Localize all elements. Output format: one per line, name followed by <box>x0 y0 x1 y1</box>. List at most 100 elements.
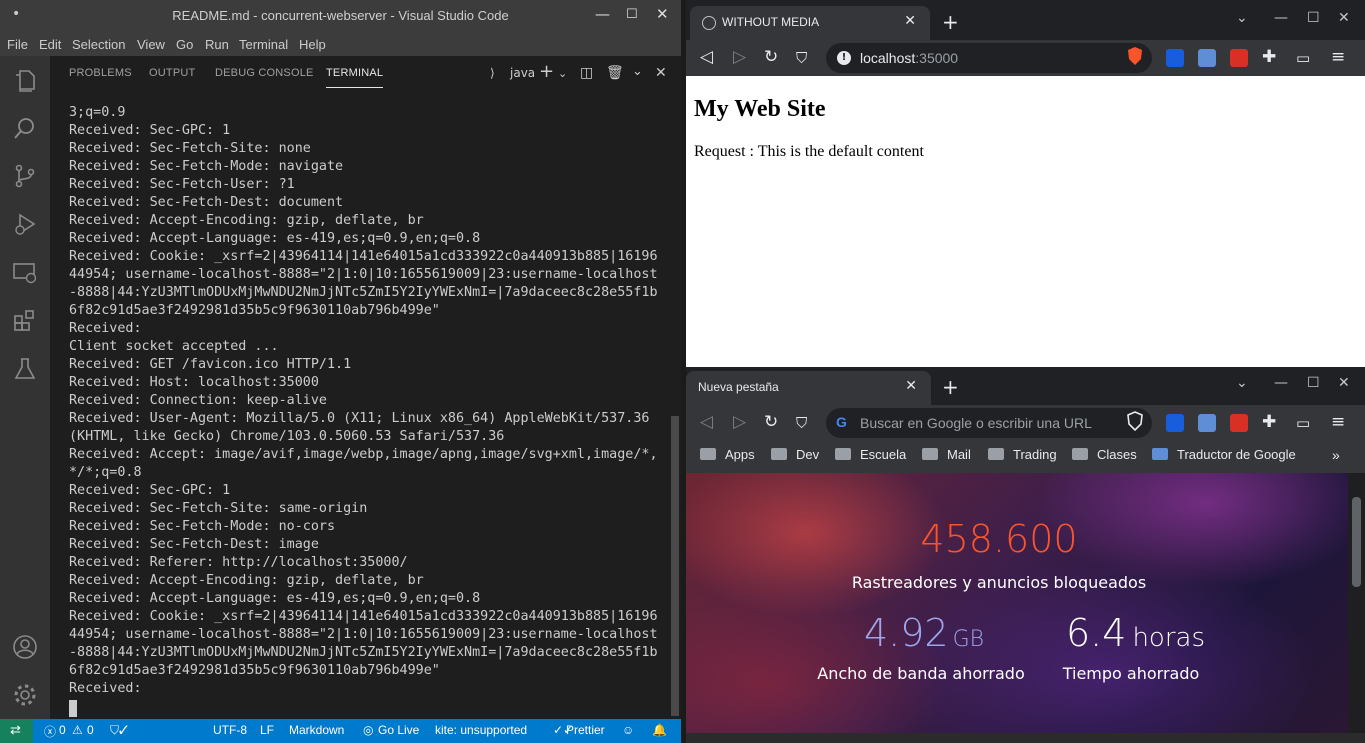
brave-shield-icon[interactable] <box>1126 46 1144 66</box>
bitwarden-extension-icon[interactable] <box>1166 414 1184 432</box>
warnings-icon: ⚠ <box>72 723 83 737</box>
address-bar[interactable]: ! localhost:35000 <box>826 43 1152 73</box>
tab-without-media[interactable]: WITHOUT MEDIA ✕ <box>690 6 930 40</box>
pdf-extension-icon[interactable] <box>1230 49 1248 67</box>
maximize-icon[interactable]: ☐ <box>1307 375 1320 391</box>
close-icon[interactable]: ✕ <box>1338 375 1350 391</box>
settings-gear-icon[interactable] <box>12 682 38 708</box>
tab-search-chevron-icon[interactable]: ⌄ <box>1236 375 1248 391</box>
menu-run[interactable]: Run <box>205 37 229 52</box>
new-terminal-icon[interactable]: + <box>539 61 554 82</box>
extensions-puzzle-icon[interactable]: ✚ <box>1262 47 1276 67</box>
tab-terminal[interactable]: TERMINAL <box>326 67 384 88</box>
feedback-icon[interactable]: ☺ <box>622 723 634 737</box>
wallet-icon[interactable]: ▭ <box>1296 49 1310 67</box>
status-bar: ⇄ ⓧ 0 ⚠ 0 ⛉✓ UTF-8 LF Markdown ◎ Go Live… <box>0 719 681 743</box>
wallet-icon[interactable]: ▭ <box>1296 414 1310 432</box>
back-icon[interactable]: ◁ <box>700 412 713 432</box>
warnings-count[interactable]: 0 <box>87 723 94 737</box>
run-debug-icon[interactable] <box>12 211 38 237</box>
page-paragraph: Request : This is the default content <box>694 143 924 160</box>
bookmark-icon[interactable]: ⛉ <box>796 414 807 432</box>
terminal-name[interactable]: java <box>510 66 535 80</box>
new-tab-plus-icon[interactable]: + <box>942 10 959 34</box>
bitwarden-extension-icon[interactable] <box>1166 49 1184 67</box>
kite-status[interactable]: kite: unsupported <box>435 723 527 737</box>
reload-icon[interactable]: ↻ <box>764 412 778 432</box>
close-icon[interactable]: ✕ <box>1338 10 1350 26</box>
encoding-indicator[interactable]: UTF-8 <box>213 723 247 737</box>
eol-indicator[interactable]: LF <box>260 723 274 737</box>
menu-icon[interactable]: ≡ <box>1331 412 1345 432</box>
terminal-scrollbar[interactable] <box>671 416 679 716</box>
tab-close-icon[interactable]: ✕ <box>905 378 917 394</box>
terminal-line: Received: Accept-Language: es-419,es;q=0… <box>69 591 481 606</box>
menu-selection[interactable]: Selection <box>72 37 125 52</box>
bookmark-escuela[interactable]: Escuela <box>835 447 906 462</box>
tab-debug-console[interactable]: DEBUG CONSOLE <box>215 67 314 79</box>
translate-extension-icon[interactable] <box>1198 49 1216 67</box>
bookmark-apps[interactable]: Apps <box>700 447 755 462</box>
menu-view[interactable]: View <box>137 37 165 52</box>
bookmark-clases[interactable]: Clases <box>1072 447 1137 462</box>
new-tab-plus-icon[interactable]: + <box>942 375 959 399</box>
menu-terminal[interactable]: Terminal <box>239 37 288 52</box>
extensions-puzzle-icon[interactable]: ✚ <box>1262 412 1276 432</box>
notifications-bell-icon[interactable]: 🔔 <box>652 723 667 737</box>
bookmark-trading[interactable]: Trading <box>988 447 1057 462</box>
terminal-line: Received: Sec-Fetch-User: ?1 <box>69 177 295 192</box>
menu-help[interactable]: Help <box>299 37 326 52</box>
info-icon[interactable]: ! <box>837 51 851 65</box>
pdf-extension-icon[interactable] <box>1230 414 1248 432</box>
split-terminal-icon[interactable]: ◫ <box>580 65 593 81</box>
extensions-icon[interactable] <box>12 308 38 334</box>
minimize-icon[interactable]: — <box>1274 10 1288 26</box>
errors-count[interactable]: 0 <box>59 723 66 737</box>
prettier-status[interactable]: Prettier <box>566 723 605 737</box>
forward-icon[interactable]: ▷ <box>733 412 746 432</box>
more-bookmarks-icon[interactable]: » <box>1332 447 1340 463</box>
shield-check-icon[interactable]: ⛉✓ <box>110 723 128 738</box>
chevron-down-icon[interactable]: ⌄ <box>558 67 567 80</box>
menu-icon[interactable]: ≡ <box>1331 47 1345 67</box>
translate-extension-icon[interactable] <box>1198 414 1216 432</box>
tab-search-chevron-icon[interactable]: ⌄ <box>1236 10 1248 26</box>
tab-output[interactable]: OUTPUT <box>149 67 195 79</box>
reload-icon[interactable]: ↻ <box>764 47 778 67</box>
source-control-icon[interactable] <box>12 163 38 189</box>
tab-problems[interactable]: PROBLEMS <box>69 67 132 79</box>
menu-file[interactable]: File <box>7 37 28 52</box>
explorer-icon[interactable] <box>12 68 38 94</box>
testing-flask-icon[interactable] <box>12 356 38 382</box>
bookmark-mail[interactable]: Mail <box>922 447 971 462</box>
remote-indicator[interactable]: ⇄ <box>0 719 33 743</box>
go-live-button[interactable]: Go Live <box>378 723 419 737</box>
accounts-icon[interactable] <box>12 634 38 660</box>
menu-go[interactable]: Go <box>176 37 193 52</box>
scrollbar-thumb[interactable] <box>1352 497 1361 587</box>
minimize-icon[interactable]: — <box>595 5 610 23</box>
minimize-icon[interactable]: — <box>1274 375 1288 391</box>
close-panel-icon[interactable]: ✕ <box>655 65 667 81</box>
language-mode[interactable]: Markdown <box>289 723 344 737</box>
maximize-icon[interactable]: ☐ <box>1307 10 1320 26</box>
search-icon[interactable] <box>12 116 38 142</box>
tab-close-icon[interactable]: ✕ <box>904 13 916 29</box>
tab-nueva-pestana[interactable]: Nueva pestaña ✕ <box>686 371 931 405</box>
remote-explorer-icon[interactable] <box>12 260 38 286</box>
bookmark-dev[interactable]: Dev <box>771 447 819 462</box>
terminal-output[interactable]: 3;q=0.9 Received: Sec-GPC: 1 Received: Sec… <box>69 104 669 718</box>
broadcast-icon: ◎ <box>363 723 374 737</box>
brave-shield-icon[interactable] <box>1126 411 1144 431</box>
forward-icon[interactable]: ▷ <box>733 47 746 67</box>
back-icon[interactable]: ◁ <box>700 47 713 67</box>
maximize-panel-icon[interactable]: ⌄ <box>632 64 643 79</box>
bookmark-icon[interactable]: ⛉ <box>796 49 807 67</box>
close-icon[interactable]: ✕ <box>656 5 669 23</box>
maximize-icon[interactable]: ☐ <box>626 7 638 22</box>
menu-edit[interactable]: Edit <box>39 37 61 52</box>
page-scrollbar[interactable] <box>1348 473 1365 733</box>
bookmark-traductor[interactable]: Traductor de Google <box>1152 447 1296 462</box>
address-bar[interactable]: G Buscar en Google o escribir una URL <box>826 408 1152 438</box>
trash-icon[interactable]: 🗑 <box>606 65 624 81</box>
